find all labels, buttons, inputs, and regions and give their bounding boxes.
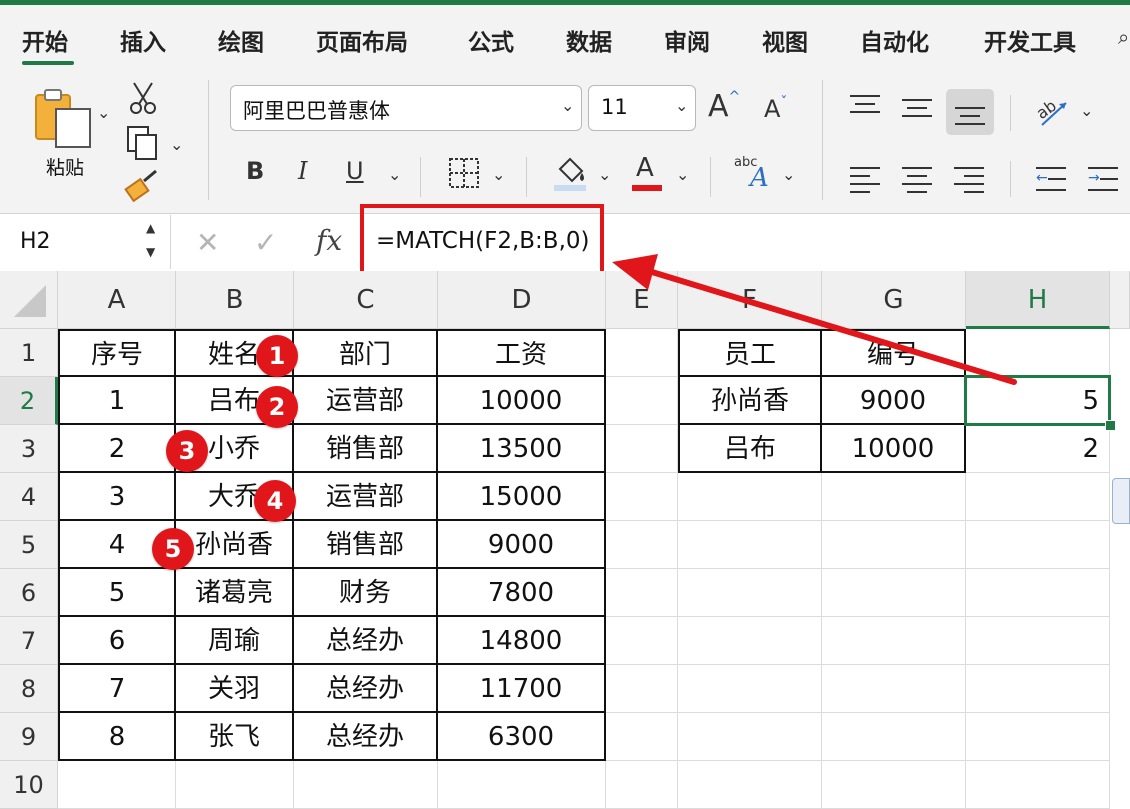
annotation-arrow [612, 254, 1017, 385]
